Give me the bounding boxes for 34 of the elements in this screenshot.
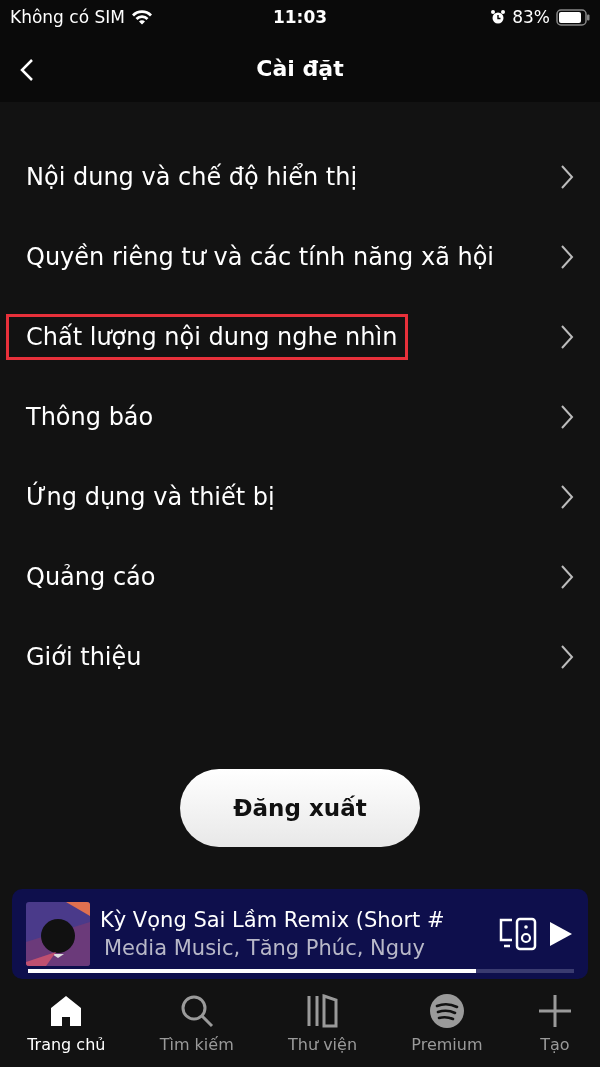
devices-icon[interactable] [498, 917, 538, 951]
chevron-icon [560, 644, 574, 670]
tab[interactable]: Tạo [536, 987, 573, 1067]
tab[interactable]: Premium [411, 987, 483, 1067]
wifi-icon [130, 9, 153, 25]
logout-button[interactable]: Đăng xuất [180, 769, 420, 847]
battery-percent: 83% [512, 7, 550, 27]
settings-item[interactable]: Chất lượng nội dung nghe nhìn [0, 297, 600, 377]
tab[interactable]: Thư viện [288, 987, 358, 1067]
tab[interactable]: Tìm kiếm [159, 987, 234, 1067]
track-title: Kỳ Vọng Sai Lầm Remix (Short # [100, 908, 446, 932]
play-icon[interactable] [548, 920, 574, 948]
spotify-logo-icon [428, 993, 465, 1029]
settings-item[interactable]: Giới thiệu [0, 617, 600, 697]
chevron-icon [560, 484, 574, 510]
tab[interactable]: Trang chủ [27, 987, 106, 1067]
settings-item[interactable]: Thông báo [0, 377, 600, 457]
clock-text: 11:03 [271, 7, 329, 27]
chevron-icon [560, 564, 574, 590]
chevron-icon [560, 164, 574, 190]
settings-item[interactable]: Quảng cáo [0, 537, 600, 617]
chevron-icon [560, 404, 574, 430]
track-artists: Media Music, Tăng Phúc, Nguy [103, 936, 426, 960]
chevron-icon [560, 244, 574, 270]
alarm-clock-icon [490, 9, 507, 25]
settings-item[interactable]: Ứng dụng và thiết bị [0, 457, 600, 537]
carrier-text: Không có SIM [10, 7, 125, 27]
battery-icon [556, 8, 590, 26]
page-title: Cài đặt [256, 55, 344, 81]
settings-item[interactable]: Nội dung và chế độ hiển thị [0, 137, 600, 217]
settings-item[interactable]: Quyền riêng tư và các tính năng xã hội [0, 217, 600, 297]
now-playing-bar[interactable]: Kỳ Vọng Sai Lầm Remix (Short # Media Music, Tăng Phúc, Nguy [12, 889, 588, 979]
plus-icon [536, 993, 573, 1029]
chevron-icon [560, 324, 574, 350]
